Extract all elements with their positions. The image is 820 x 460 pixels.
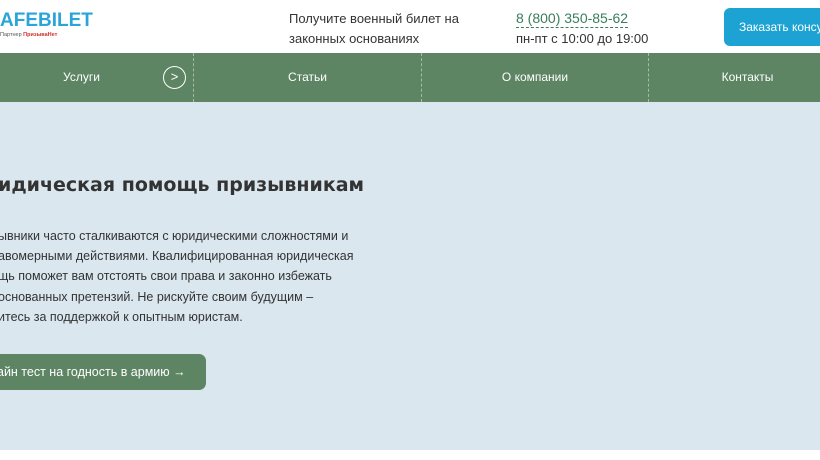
- nav-item-about[interactable]: О компании: [422, 53, 648, 102]
- working-hours: пн-пт с 10:00 до 19:00: [516, 31, 649, 46]
- site-header: AFEBILET Партнер ПризываНет Получите вое…: [0, 0, 820, 53]
- order-consultation-button[interactable]: Заказать консул: [724, 8, 820, 46]
- nav-item-contacts[interactable]: Контакты: [649, 53, 820, 102]
- phone-link[interactable]: 8 (800) 350-85-62: [516, 9, 629, 28]
- chevron-right-icon[interactable]: >: [163, 66, 186, 89]
- hero-title: идическая помощь призывникам: [0, 174, 365, 196]
- logo-partner-prefix: Партнер: [0, 32, 22, 38]
- logo-partner-name: ПризываНет: [23, 32, 58, 38]
- nav-item-services[interactable]: Услуги: [0, 53, 163, 102]
- hero-text-line: щь поможет вам отстоять свои права и зак…: [0, 269, 332, 284]
- logo-partner: Партнер ПризываНет: [0, 31, 93, 39]
- logo[interactable]: AFEBILET Партнер ПризываНет: [0, 11, 93, 39]
- main-nav: Услуги > Статьи О компании Контакты: [0, 53, 820, 102]
- hero-description: ывники часто сталкиваются с юридическими…: [0, 226, 378, 327]
- hero-text-line: ывники часто сталкиваются с юридическими…: [0, 229, 349, 243]
- fitness-test-button[interactable]: айн тест на годность в армию →: [0, 354, 206, 390]
- tagline-line-2: законных основаниях: [289, 31, 420, 46]
- header-tagline: Получите военный билет на законных основ…: [289, 9, 479, 49]
- logo-text: AFEBILET: [0, 10, 93, 31]
- hero-text-line: авомерными действиями. Квалифицированная…: [0, 249, 354, 264]
- hero-section: идическая помощь призывникам ывники част…: [0, 102, 820, 450]
- hero-text-line: основанных претензий. Не рискуйте своим …: [0, 289, 314, 304]
- page-bottom-strip: [0, 450, 820, 460]
- contact-block: 8 (800) 350-85-62 пн-пт с 10:00 до 19:00: [516, 9, 648, 48]
- nav-item-articles[interactable]: Статьи: [194, 53, 421, 102]
- hero-text-line: итесь за поддержкой к опытным юристам.: [0, 309, 243, 324]
- tagline-line-1: Получите военный билет на: [289, 11, 459, 26]
